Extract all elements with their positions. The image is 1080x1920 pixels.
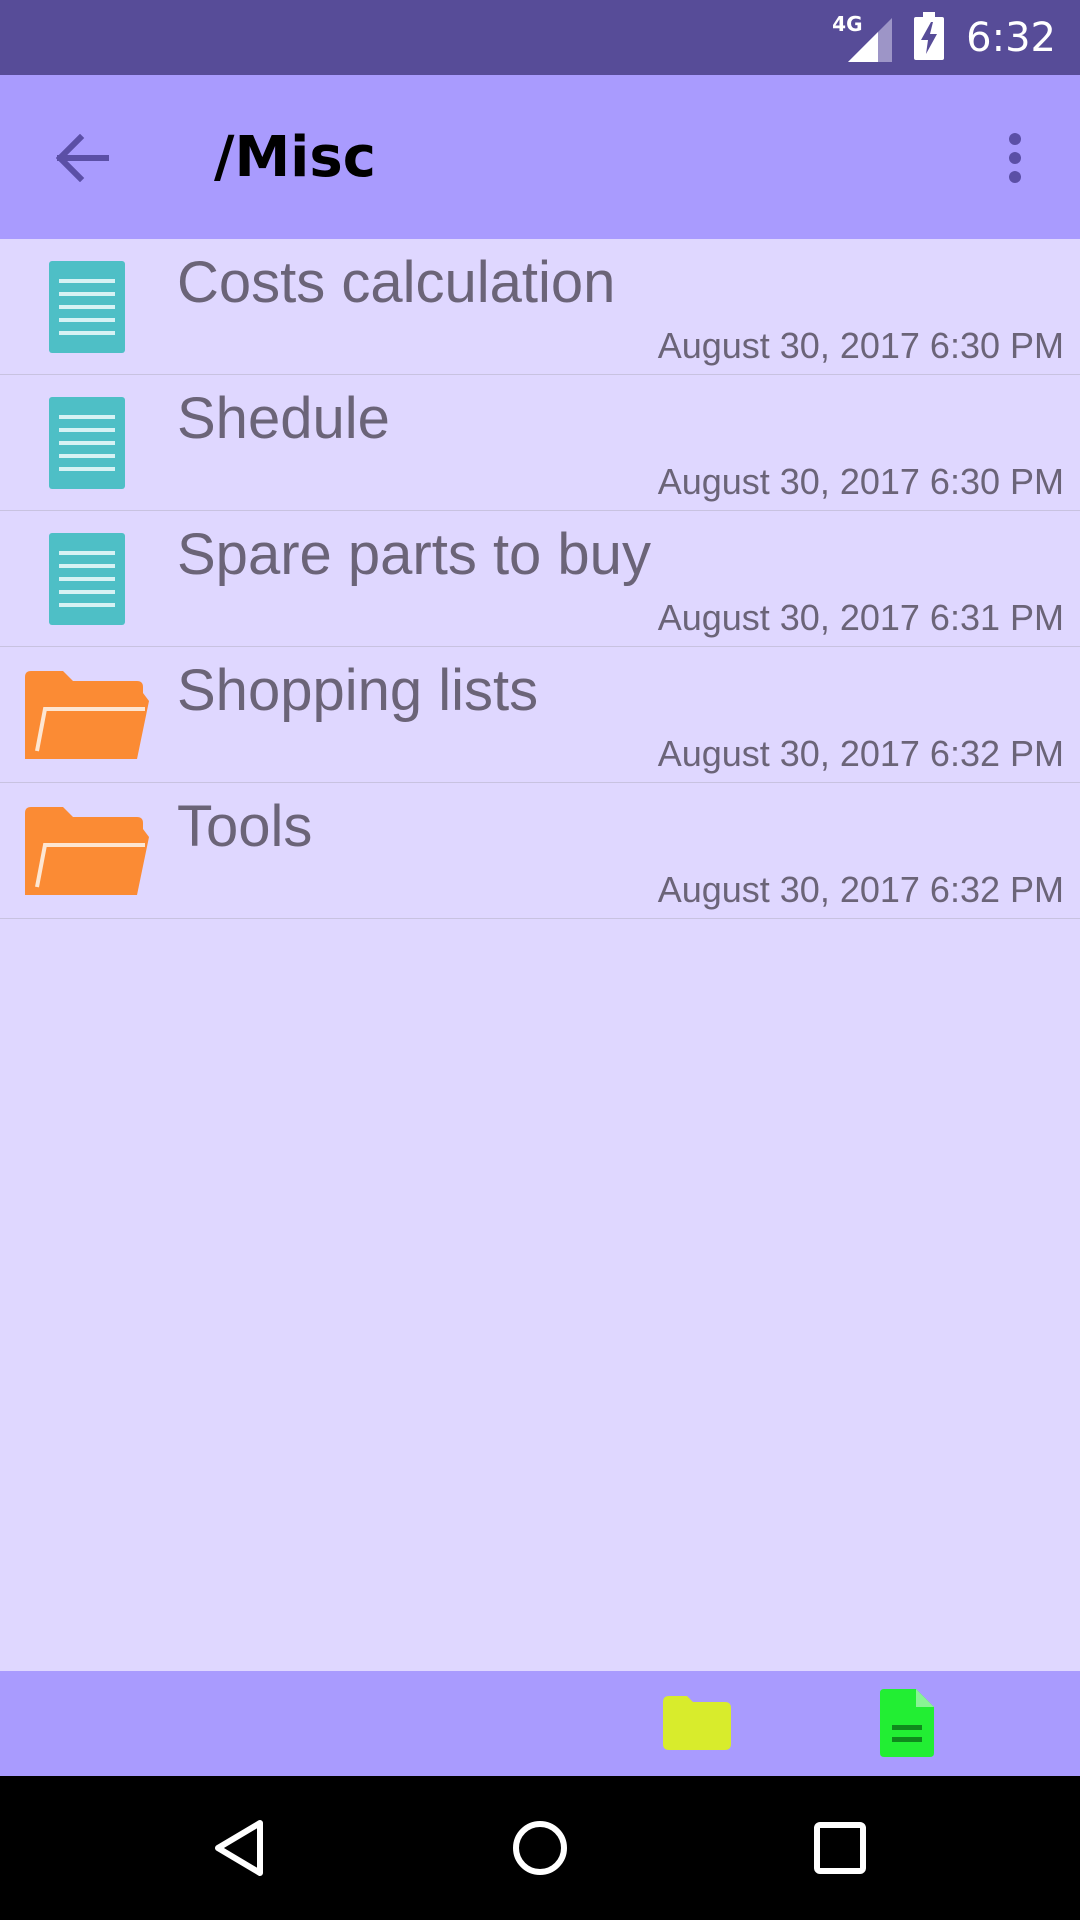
network-indicator: 4G bbox=[832, 12, 893, 62]
note-icon bbox=[22, 257, 152, 357]
nav-back-button[interactable] bbox=[195, 1803, 285, 1893]
item-name: Shedule bbox=[177, 386, 390, 451]
more-vertical-icon bbox=[1009, 133, 1021, 183]
circle-home-icon bbox=[513, 1821, 567, 1875]
nav-recents-button[interactable] bbox=[795, 1803, 885, 1893]
new-folder-icon bbox=[663, 1696, 731, 1750]
new-note-button[interactable] bbox=[876, 1686, 938, 1760]
nav-home-button[interactable] bbox=[495, 1803, 585, 1893]
battery-charging-icon bbox=[914, 11, 945, 60]
item-date: August 30, 2017 6:32 PM bbox=[657, 733, 1064, 774]
item-name: Spare parts to buy bbox=[177, 522, 651, 587]
triangle-back-icon bbox=[215, 1820, 263, 1876]
folder-item-tools[interactable]: Tools August 30, 2017 6:32 PM bbox=[0, 783, 1080, 919]
item-name: Tools bbox=[177, 794, 313, 859]
item-date: August 30, 2017 6:32 PM bbox=[657, 869, 1064, 910]
note-icon bbox=[22, 529, 152, 629]
item-name: Costs calculation bbox=[177, 250, 616, 315]
item-date: August 30, 2017 6:30 PM bbox=[657, 461, 1064, 502]
square-recents-icon bbox=[814, 1822, 866, 1874]
note-icon bbox=[22, 393, 152, 493]
folder-icon bbox=[22, 665, 152, 765]
new-note-icon bbox=[880, 1689, 934, 1757]
note-item-shedule[interactable]: Shedule August 30, 2017 6:30 PM bbox=[0, 375, 1080, 511]
new-folder-button[interactable] bbox=[660, 1691, 734, 1755]
item-name: Shopping lists bbox=[177, 658, 539, 723]
bottom-action-bar bbox=[0, 1671, 1080, 1776]
status-bar: 4G 6:32 bbox=[0, 0, 1080, 75]
note-item-costs-calculation[interactable]: Costs calculation August 30, 2017 6:30 P… bbox=[0, 239, 1080, 375]
folder-icon bbox=[22, 801, 152, 901]
battery-indicator bbox=[914, 11, 945, 64]
signal-icon bbox=[848, 17, 893, 62]
arrow-left-icon bbox=[56, 134, 109, 182]
note-item-spare-parts-to-buy[interactable]: Spare parts to buy August 30, 2017 6:31 … bbox=[0, 511, 1080, 647]
page-title: /Misc bbox=[214, 125, 376, 190]
file-list: Costs calculation August 30, 2017 6:30 P… bbox=[0, 239, 1080, 919]
folder-item-shopping-lists[interactable]: Shopping lists August 30, 2017 6:32 PM bbox=[0, 647, 1080, 783]
item-date: August 30, 2017 6:31 PM bbox=[657, 597, 1064, 638]
clock: 6:32 bbox=[966, 14, 1056, 61]
overflow-menu-button[interactable] bbox=[990, 125, 1040, 191]
item-date: August 30, 2017 6:30 PM bbox=[657, 325, 1064, 366]
system-nav-bar bbox=[0, 1776, 1080, 1920]
back-button[interactable] bbox=[50, 125, 116, 191]
app-bar: /Misc bbox=[0, 75, 1080, 239]
